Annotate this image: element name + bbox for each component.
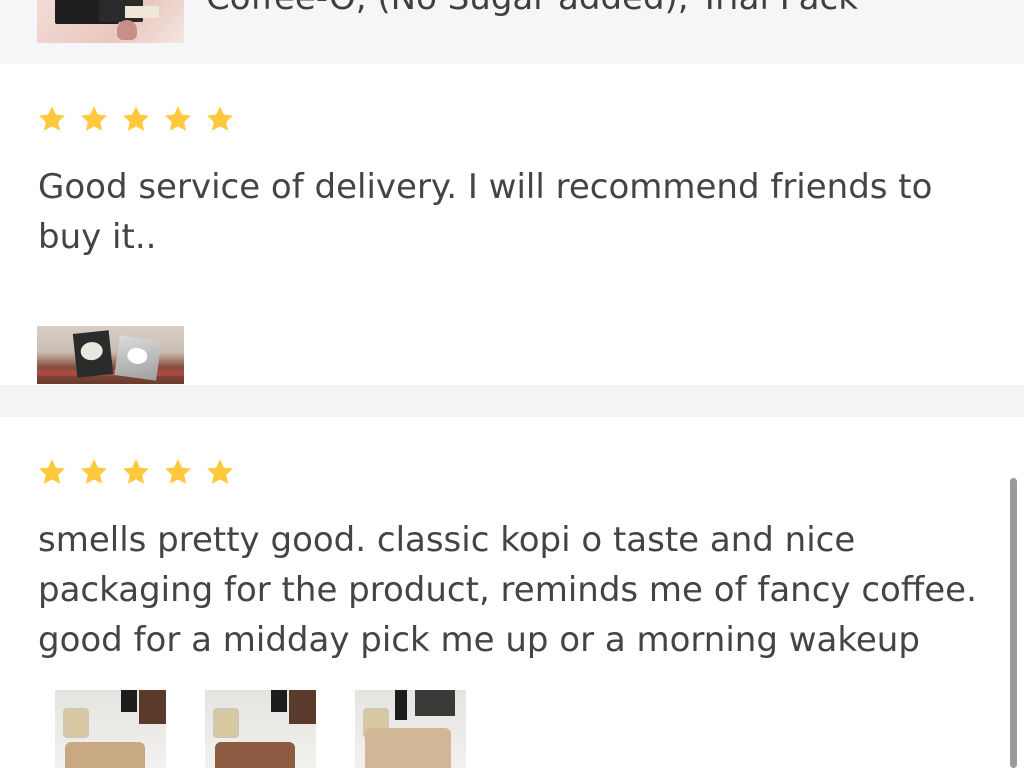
star-icon [165,106,191,131]
star-icon [39,106,65,131]
review-photo[interactable] [37,326,184,384]
rating-stars [37,104,235,134]
review-text: Good service of delivery. I will recomme… [38,167,933,257]
coffee-pouch-image [215,742,295,768]
star-icon [207,459,233,484]
rating-stars [37,457,235,487]
review-text: smells pretty good. classic kopi o taste… [38,520,977,660]
review-divider [0,385,1024,417]
star-icon [39,459,65,484]
bottle-image [395,690,407,720]
coffee-bag-image [72,330,114,378]
product-title: Coffee-O, (No Sugar added), Trial Pack [206,0,858,18]
star-icon [123,459,149,484]
coffee-bag-image [114,335,162,381]
tray-image [139,690,166,724]
product-thumbnail[interactable] [37,0,184,43]
star-icon [81,106,107,131]
star-icon [123,106,149,131]
scrollbar[interactable] [1010,478,1017,768]
bottle-image [271,690,287,712]
bag-label [126,346,149,366]
review-card: Good service of delivery. I will recomme… [0,64,1024,385]
tray-image [289,690,316,724]
jar-image [63,708,89,738]
jar-image [213,708,239,738]
star-icon [207,106,233,131]
review-card: smells pretty good. classic kopi o taste… [0,417,1024,768]
star-icon [81,459,107,484]
mascot-figure [117,20,137,40]
bag-label [79,341,104,362]
pack-label [125,6,159,18]
review-photo[interactable] [355,690,466,768]
review-photo[interactable] [205,690,316,768]
review-photo[interactable] [55,690,166,768]
product-header-row[interactable]: Coffee-O, (No Sugar added), Trial Pack [0,0,1024,64]
coffee-pouch-image [65,742,145,768]
tray-image [415,690,455,716]
bottle-image [121,690,137,712]
coffee-pouch-image [365,728,451,768]
star-icon [165,459,191,484]
reviews-page: Coffee-O, (No Sugar added), Trial Pack G… [0,0,1024,768]
